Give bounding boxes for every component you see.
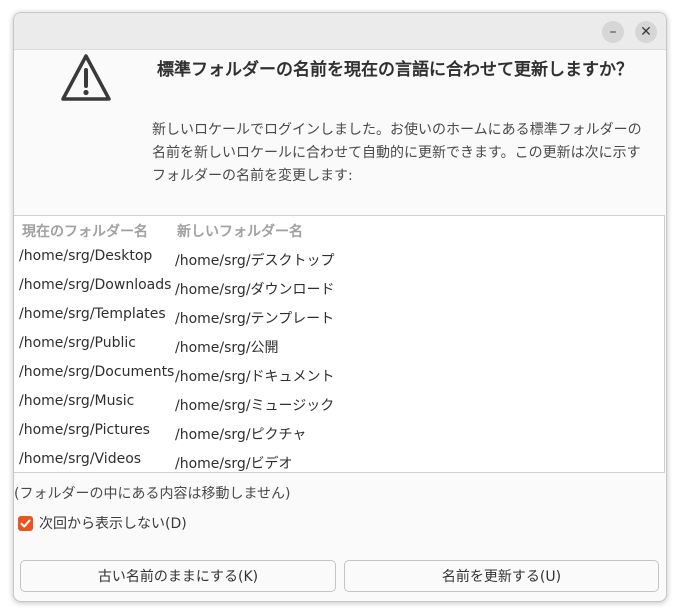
move-note: (フォルダーの中にある内容は移動しません) (14, 486, 291, 502)
checkbox-label[interactable]: 次回から表示しない(D) (39, 513, 187, 533)
current-folder-name: /home/srg/Templates (19, 306, 166, 322)
new-folder-name: /home/srg/デスクトップ (175, 253, 335, 269)
current-folder-name: /home/srg/Pictures (19, 422, 150, 438)
table-row[interactable]: /home/srg/Documents /home/srg/ドキュメント (14, 360, 664, 389)
dont-show-again-checkbox[interactable]: 次回から表示しない(D) (18, 513, 187, 533)
new-folder-name: /home/srg/テンプレート (175, 311, 335, 327)
current-folder-name: /home/srg/Documents (19, 364, 175, 380)
checkbox-box[interactable] (18, 515, 33, 531)
new-folder-name: /home/srg/ピクチャ (175, 427, 307, 443)
table-row[interactable]: /home/srg/Downloads /home/srg/ダウンロード (14, 273, 664, 302)
keep-old-names-button[interactable]: 古い名前のままにする(K) (20, 560, 336, 592)
titlebar: – ✕ (14, 13, 666, 50)
current-folder-name: /home/srg/Downloads (19, 277, 172, 293)
update-names-button[interactable]: 名前を更新する(U) (344, 560, 659, 592)
new-folder-name: /home/srg/ダウンロード (175, 282, 335, 298)
column-header-current[interactable]: 現在のフォルダー名 (22, 221, 148, 241)
warning-icon (61, 54, 111, 101)
folder-rename-list[interactable]: 現在のフォルダー名 新しいフォルダー名 /home/srg/Desktop /h… (14, 215, 665, 473)
minimize-button[interactable]: – (602, 21, 624, 43)
current-folder-name: /home/srg/Desktop (19, 248, 153, 264)
table-row[interactable]: /home/srg/Pictures /home/srg/ピクチャ (14, 418, 664, 447)
dialog-window: – ✕ 標準フォルダーの名前を現在の言語に合わせて更新しますか？ 新しいロケール… (13, 12, 667, 602)
column-header-new[interactable]: 新しいフォルダー名 (177, 221, 303, 241)
current-folder-name: /home/srg/Music (19, 393, 135, 409)
checkmark-icon (20, 519, 31, 527)
dialog-heading: 標準フォルダーの名前を現在の言語に合わせて更新しますか？ (157, 60, 633, 80)
table-row[interactable]: /home/srg/Desktop /home/srg/デスクトップ (14, 244, 664, 273)
table-row[interactable]: /home/srg/Videos /home/srg/ビデオ (14, 447, 664, 476)
table-row[interactable]: /home/srg/Templates /home/srg/テンプレート (14, 302, 664, 331)
table-row[interactable]: /home/srg/Music /home/srg/ミュージック (14, 389, 664, 418)
dialog-description: 新しいロケールでログインしました。お使いのホームにある標準フォルダーの名前を新し… (152, 122, 642, 184)
current-folder-name: /home/srg/Videos (19, 451, 142, 467)
new-folder-name: /home/srg/ドキュメント (175, 369, 335, 385)
table-row[interactable]: /home/srg/Public /home/srg/公開 (14, 331, 664, 360)
close-button[interactable]: ✕ (635, 21, 657, 43)
new-folder-name: /home/srg/ビデオ (175, 456, 293, 472)
new-folder-name: /home/srg/ミュージック (175, 398, 335, 414)
new-folder-name: /home/srg/公開 (175, 340, 279, 356)
current-folder-name: /home/srg/Public (19, 335, 136, 351)
